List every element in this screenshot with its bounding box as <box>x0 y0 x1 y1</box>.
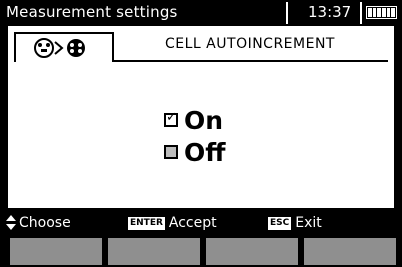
screen-title: Measurement settings <box>6 3 178 21</box>
softkey-f3[interactable] <box>206 238 298 265</box>
esc-key-icon: ESC <box>268 216 292 230</box>
header-divider <box>286 2 288 24</box>
choose-hint: Choose <box>6 215 71 231</box>
help-bar: Choose ENTER Accept ESC Exit <box>0 212 402 234</box>
accept-hint: ENTER Accept <box>128 215 217 231</box>
enter-key-icon: ENTER <box>128 216 165 230</box>
checkbox-unchecked-icon[interactable] <box>164 145 178 159</box>
status-bar: Measurement settings 13:37 <box>0 0 402 26</box>
option-off[interactable]: Off <box>164 136 226 168</box>
battery-full-icon <box>366 6 397 19</box>
option-label: Off <box>184 137 226 167</box>
exit-hint: ESC Exit <box>268 215 322 231</box>
device-screen: Measurement settings 13:37 CELL AUTOINCR… <box>0 0 402 267</box>
tab-cell-autoincrement[interactable] <box>14 32 114 62</box>
softkey-f4[interactable] <box>304 238 396 265</box>
tab-row: CELL AUTOINCREMENT <box>8 30 394 64</box>
softkey-f1[interactable] <box>10 238 102 265</box>
choose-label: Choose <box>19 215 71 231</box>
probe-connector-icon <box>34 38 85 58</box>
exit-label: Exit <box>295 215 322 231</box>
softkey-row <box>10 238 400 265</box>
tab-underline <box>112 60 388 62</box>
settings-panel: CELL AUTOINCREMENT On Off <box>8 26 394 208</box>
checkbox-checked-icon[interactable] <box>164 110 178 127</box>
option-label: On <box>184 105 224 135</box>
option-on[interactable]: On <box>164 104 226 136</box>
up-down-arrow-icon <box>6 215 16 231</box>
clock: 13:37 <box>308 3 352 21</box>
header-divider <box>360 2 362 24</box>
softkey-f2[interactable] <box>108 238 200 265</box>
option-list: On Off <box>164 104 226 168</box>
tab-title: CELL AUTOINCREMENT <box>165 36 335 52</box>
accept-label: Accept <box>168 215 217 231</box>
